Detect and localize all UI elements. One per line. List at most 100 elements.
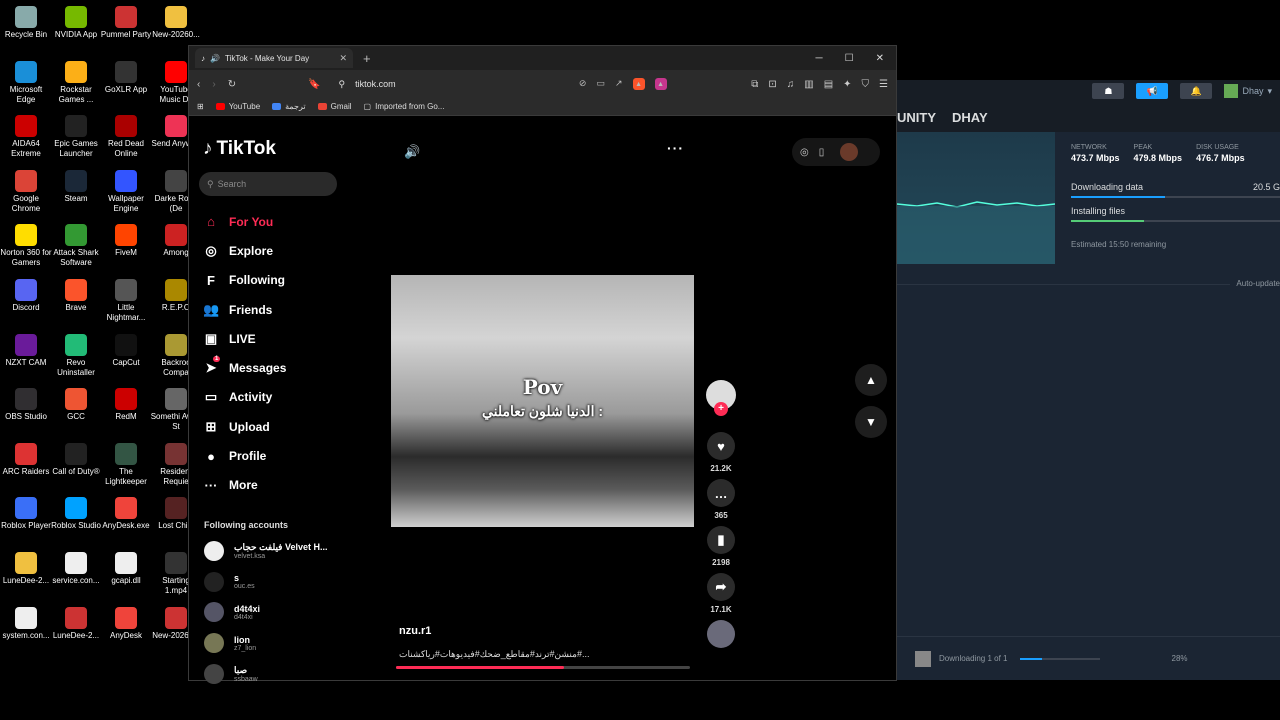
- desktop-icon[interactable]: NZXT CAM: [0, 333, 52, 368]
- coin-icon[interactable]: ◎: [800, 147, 809, 158]
- following-account[interactable]: d4t4xi d4t4xi: [204, 602, 260, 623]
- next-video-button[interactable]: ▼: [855, 406, 887, 438]
- desktop-icon[interactable]: Wallpaper Engine: [100, 169, 152, 214]
- bookmark-icon[interactable]: 🔖: [308, 79, 320, 90]
- close-tab-icon[interactable]: ✕: [339, 53, 347, 64]
- desktop-icon[interactable]: Epic Games Launcher: [50, 115, 102, 159]
- tiktok-logo[interactable]: ♪ TikTok: [203, 138, 276, 160]
- nav-item-explore[interactable]: ◎ Explore: [203, 236, 286, 265]
- desktop-icon[interactable]: gcapi.dll: [100, 552, 152, 586]
- nav-item-for-you[interactable]: ⌂ For You: [203, 207, 286, 236]
- bookmark-translate[interactable]: ترجمة: [272, 102, 306, 111]
- desktop-icon[interactable]: Brave: [50, 279, 102, 313]
- vpn-icon[interactable]: ⛉: [862, 79, 870, 90]
- music-icon[interactable]: ♫: [787, 79, 795, 90]
- desktop-icon[interactable]: Pummel Party: [100, 6, 152, 40]
- cast-icon[interactable]: ▭: [596, 78, 605, 90]
- follow-plus-icon[interactable]: +: [714, 402, 728, 416]
- screenshot-icon[interactable]: ⊡: [768, 79, 776, 90]
- more-options-icon[interactable]: ···: [667, 140, 684, 156]
- nav-item-following[interactable]: F Following: [203, 266, 286, 295]
- steam-nav-community[interactable]: UNITY: [897, 110, 936, 125]
- nav-item-live[interactable]: ▣ LIVE: [203, 324, 286, 353]
- nav-item-activity[interactable]: ▭ Activity: [203, 383, 286, 412]
- music-disc[interactable]: [707, 620, 735, 648]
- desktop-icon[interactable]: AnyDesk.exe: [100, 497, 152, 531]
- desktop-icon[interactable]: Microsoft Edge: [0, 60, 52, 105]
- wallet-icon[interactable]: ▤: [824, 79, 833, 90]
- no-eye-icon[interactable]: ⊘: [579, 78, 587, 90]
- desktop-icon[interactable]: ARC Raiders: [0, 442, 52, 477]
- following-account[interactable]: s ouc.es: [204, 571, 255, 592]
- speaker-icon[interactable]: 🔊: [210, 54, 220, 63]
- nav-item-profile[interactable]: ● Profile: [203, 441, 286, 470]
- desktop-icon[interactable]: AIDA64 Extreme: [0, 115, 52, 159]
- desktop-icon[interactable]: Red Dead Online: [100, 115, 152, 159]
- desktop-icon[interactable]: OBS Studio: [0, 388, 52, 422]
- brave-rewards-icon[interactable]: ▲: [654, 78, 667, 90]
- menu-icon[interactable]: ☰: [879, 79, 888, 90]
- desktop-icon[interactable]: New-20260...: [150, 6, 202, 40]
- comment-button[interactable]: … 365: [705, 479, 737, 520]
- search-input[interactable]: ⚲ Search: [199, 172, 337, 196]
- minimize-button[interactable]: ─: [816, 53, 823, 64]
- desktop-icon[interactable]: Recycle Bin: [0, 6, 52, 40]
- maximize-button[interactable]: ☐: [845, 53, 854, 64]
- creator-avatar[interactable]: +: [706, 380, 736, 416]
- desktop-icon[interactable]: Discord: [0, 279, 52, 313]
- steam-user-menu[interactable]: Dhay ▾: [1224, 84, 1272, 98]
- video-author[interactable]: nzu.r1: [399, 625, 431, 637]
- nav-item-upload[interactable]: ⊞ Upload: [203, 412, 286, 441]
- save-button[interactable]: ▮ 2198: [705, 526, 737, 567]
- desktop-icon[interactable]: Google Chrome: [0, 169, 52, 214]
- desktop-icon[interactable]: Roblox Player: [0, 497, 52, 531]
- desktop-icon[interactable]: CapCut: [100, 333, 152, 368]
- volume-icon[interactable]: 🔊: [404, 144, 420, 160]
- brave-shields-icon[interactable]: ▲: [632, 78, 645, 90]
- previous-video-button[interactable]: ▲: [855, 364, 887, 396]
- device-icon[interactable]: ▯: [819, 147, 825, 158]
- desktop-icon[interactable]: GoXLR App: [100, 60, 152, 95]
- desktop-icon[interactable]: Attack Shark Software: [50, 224, 102, 268]
- extensions-icon[interactable]: ⧉: [751, 79, 758, 90]
- like-button[interactable]: ♥ 21.2K: [705, 432, 737, 473]
- video-player[interactable]: Pov الدنيا شلون تعاملني :: [391, 275, 694, 527]
- desktop-icon[interactable]: AnyDesk: [100, 606, 152, 641]
- desktop-icon[interactable]: Rockstar Games ...: [50, 60, 102, 105]
- site-info-icon[interactable]: ⚲: [339, 79, 346, 90]
- tab-tiktok[interactable]: ♪ 🔊 TikTok - Make Your Day ✕: [195, 48, 353, 68]
- desktop-icon[interactable]: Little Nightmar...: [100, 279, 152, 323]
- nav-item-messages[interactable]: ➤ 1 Messages: [203, 353, 286, 382]
- desktop-icon[interactable]: Norton 360 for Gamers: [0, 224, 52, 268]
- desktop-icon[interactable]: LuneDee-2...: [50, 606, 102, 641]
- reload-button[interactable]: ↻: [228, 79, 236, 90]
- following-account[interactable]: صبا ssbaaw: [204, 663, 258, 684]
- desktop-icon[interactable]: FiveM: [100, 224, 152, 258]
- steam-notification-button[interactable]: 🔔: [1180, 83, 1213, 99]
- share-button[interactable]: ➦ 17.1K: [705, 573, 737, 614]
- steam-announce-button[interactable]: 📢: [1136, 83, 1169, 99]
- desktop-icon[interactable]: Revo Uninstaller: [50, 333, 102, 378]
- desktop-icon[interactable]: Steam: [50, 169, 102, 204]
- steam-nav-user[interactable]: DHAY: [952, 110, 988, 125]
- leo-icon[interactable]: ✦: [843, 79, 851, 90]
- desktop-icon[interactable]: Call of Duty®: [50, 442, 102, 477]
- video-progress-bar[interactable]: [396, 666, 690, 669]
- desktop-icon[interactable]: service.con...: [50, 552, 102, 586]
- apps-icon[interactable]: ⊞: [197, 102, 204, 111]
- sidebar-icon[interactable]: ▥: [804, 79, 813, 90]
- nav-item-more[interactable]: ··· More: [203, 471, 286, 500]
- following-account[interactable]: lion z7_lion: [204, 633, 256, 654]
- desktop-icon[interactable]: The Lightkeeper: [100, 442, 152, 487]
- bookmark-gmail[interactable]: Gmail: [317, 102, 352, 111]
- desktop-icon[interactable]: RedM: [100, 388, 152, 422]
- profile-avatar[interactable]: [840, 143, 859, 161]
- share-icon[interactable]: ↗: [615, 78, 623, 90]
- close-window-button[interactable]: ✕: [876, 53, 884, 64]
- forward-button[interactable]: ›: [212, 79, 215, 90]
- bookmark-youtube[interactable]: YouTube: [215, 102, 260, 111]
- back-button[interactable]: ‹: [197, 79, 200, 90]
- steam-friends-button[interactable]: ☗: [1092, 83, 1125, 99]
- desktop-icon[interactable]: system.con...: [0, 606, 52, 641]
- desktop-icon[interactable]: Roblox Studio: [50, 497, 102, 531]
